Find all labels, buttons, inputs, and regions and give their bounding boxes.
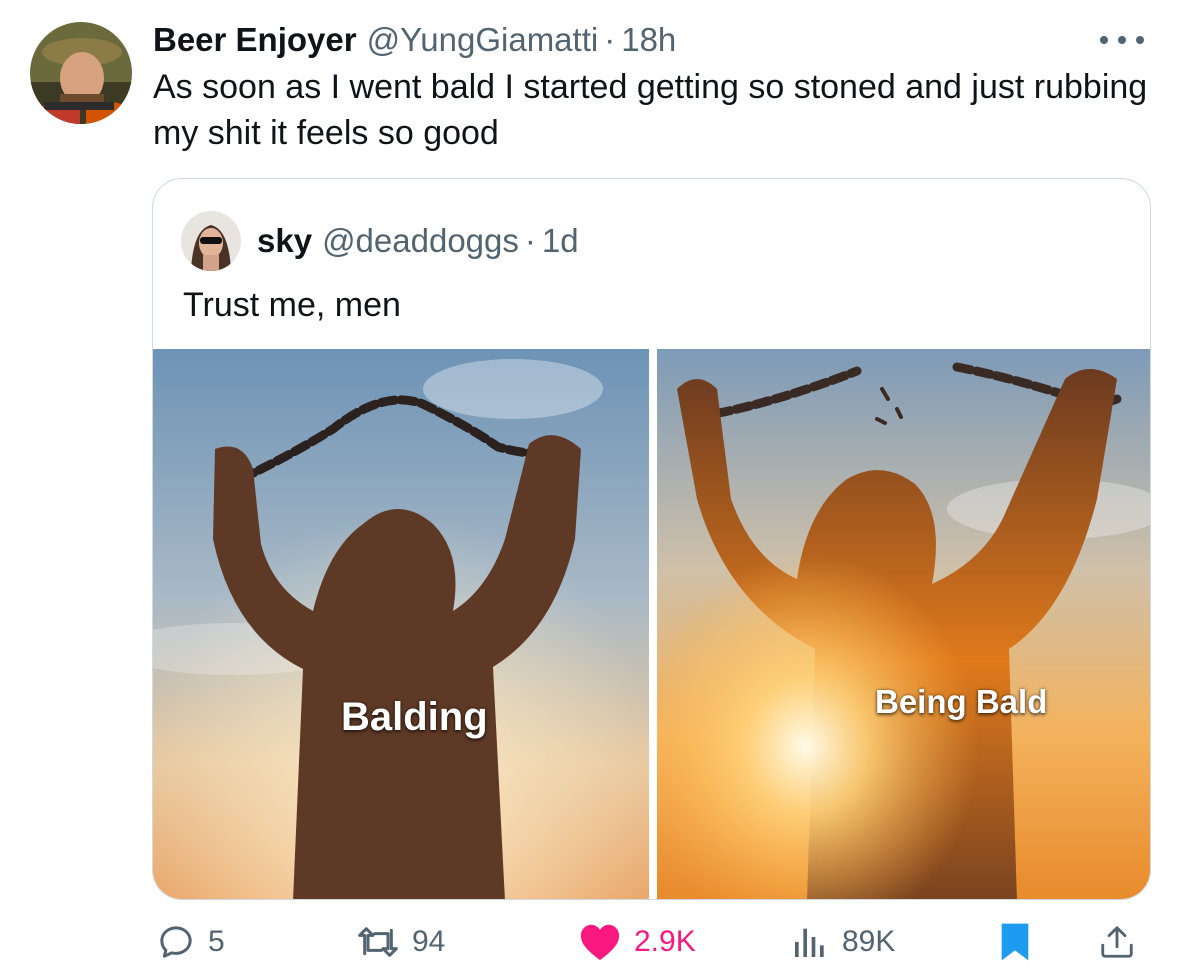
retweet-icon — [358, 927, 398, 957]
author-display-name[interactable]: Beer Enjoyer — [153, 21, 357, 59]
quoted-tweet-header: sky @deaddoggs · 1d — [257, 219, 579, 263]
tweet-header: Beer Enjoyer @YungGiamatti · 18h — [153, 20, 676, 60]
reply-count: 5 — [208, 925, 225, 958]
author-handle[interactable]: @YungGiamatti — [367, 21, 599, 59]
meme-caption-balding: Balding — [341, 695, 488, 739]
meme-image-balding[interactable]: Balding — [153, 349, 649, 899]
views-icon — [795, 928, 824, 957]
quoted-tweet-timestamp[interactable]: 1d — [542, 222, 579, 260]
views-button[interactable]: 89K — [790, 912, 895, 972]
retweet-count: 94 — [412, 925, 446, 958]
like-button[interactable]: 2.9K — [578, 912, 696, 972]
quoted-media-grid: Balding Being Bald — [153, 349, 1150, 899]
quoted-author-display-name[interactable]: sky — [257, 222, 312, 260]
media-divider — [649, 349, 657, 899]
reply-button[interactable]: 5 — [156, 912, 225, 972]
meme-image-being-bald[interactable]: Being Bald — [657, 349, 1150, 899]
quoted-tweet-text: Trust me, men — [183, 286, 401, 324]
more-horizontal-icon[interactable] — [1100, 28, 1144, 52]
retweet-button[interactable]: 94 — [356, 912, 445, 972]
share-button[interactable] — [1098, 912, 1136, 972]
header-separator: · — [524, 222, 536, 259]
views-count: 89K — [842, 925, 896, 958]
tweet-timestamp[interactable]: 18h — [621, 21, 676, 59]
tweet-text: As soon as I went bald I started getting… — [153, 68, 1148, 152]
bookmark-button[interactable] — [998, 912, 1032, 972]
author-avatar[interactable] — [30, 22, 132, 124]
more-dot — [1136, 36, 1144, 44]
like-count: 2.9K — [634, 925, 696, 958]
quoted-author-handle[interactable]: @deaddoggs — [322, 222, 519, 260]
meme-caption-being-bald: Being Bald — [875, 683, 1048, 720]
quoted-author-avatar[interactable] — [181, 211, 241, 271]
more-dot — [1118, 36, 1126, 44]
more-dot — [1100, 36, 1108, 44]
quoted-tweet[interactable]: sky @deaddoggs · 1d Trust me, men Baldin… — [152, 178, 1151, 900]
reply-icon — [160, 926, 192, 958]
tweet-action-bar: 5 94 2.9K 89K — [0, 912, 1179, 972]
heart-icon — [580, 924, 620, 961]
share-icon — [1101, 926, 1133, 958]
header-separator: · — [604, 21, 616, 58]
bookmark-icon — [1001, 923, 1029, 961]
